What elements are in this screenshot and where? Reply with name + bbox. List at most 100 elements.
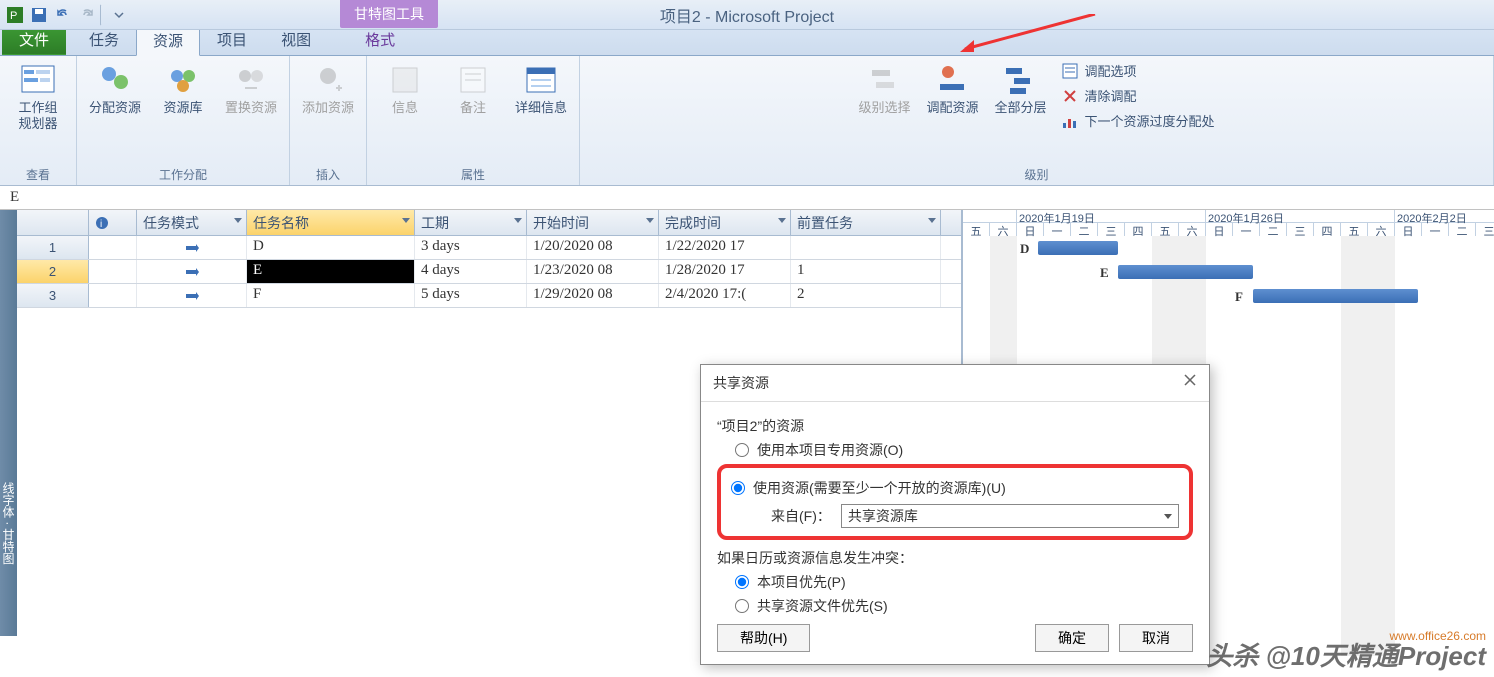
table-row[interactable]: 3 F5 days1/29/2020 082/4/2020 17:(2	[17, 284, 961, 308]
cell-name[interactable]: F	[247, 284, 415, 307]
level-resource-button[interactable]: 调配资源	[922, 60, 982, 118]
information-icon	[387, 62, 423, 98]
level-all-button[interactable]: 全部分层	[990, 60, 1050, 118]
group-insert: 添加资源 插入	[290, 56, 367, 185]
name-bar: E	[0, 186, 1494, 210]
notes-button: 备注	[443, 60, 503, 118]
help-button[interactable]: 帮助(H)	[717, 624, 810, 652]
group-label-level: 级别	[1024, 166, 1048, 183]
option-project-priority[interactable]: 本项目优先(P)	[735, 572, 1193, 592]
cell-mode[interactable]	[137, 260, 247, 283]
quick-access-toolbar: P	[0, 4, 134, 26]
gantt-bar[interactable]	[1038, 241, 1118, 255]
cell-name[interactable]: D	[247, 236, 415, 259]
cell-end[interactable]: 1/28/2020 17	[659, 260, 791, 283]
svg-text:P: P	[10, 10, 17, 22]
level-resource-icon	[934, 62, 970, 98]
app-icon[interactable]: P	[4, 4, 26, 26]
svg-text:i: i	[100, 219, 102, 230]
row-header[interactable]: 3	[17, 284, 89, 307]
assign-resources-icon	[97, 62, 133, 98]
dropdown-icon	[402, 218, 410, 223]
cell-pred[interactable]: 2	[791, 284, 941, 307]
section-project-resources: “项目2”的资源	[717, 416, 1193, 436]
assign-resources-button[interactable]: 分配资源	[85, 60, 145, 118]
ribbon: 工作组 规划器 查看 分配资源 资源库 置换资源 工作分配 添加资源 插入 信息…	[0, 56, 1494, 186]
cell-duration[interactable]: 5 days	[415, 284, 527, 307]
next-overallocation-button[interactable]: 下一个资源过度分配处	[1058, 110, 1218, 131]
resource-pool-button[interactable]: 资源库	[153, 60, 213, 118]
gantt-bar[interactable]	[1118, 265, 1253, 279]
radio-pool[interactable]	[731, 481, 745, 495]
cell-mode[interactable]	[137, 284, 247, 307]
from-label: 来自(F)：	[771, 506, 831, 526]
qat-customize-icon[interactable]	[108, 4, 130, 26]
auto-schedule-icon	[185, 289, 199, 303]
cell-info[interactable]	[89, 260, 137, 283]
dropdown-icon	[778, 218, 786, 223]
cell-duration[interactable]: 3 days	[415, 236, 527, 259]
table-row[interactable]: 2 E4 days1/23/2020 081/28/2020 171	[17, 260, 961, 284]
cell-info[interactable]	[89, 284, 137, 307]
add-resource-button: 添加资源	[298, 60, 358, 118]
radio-project-priority[interactable]	[735, 575, 749, 589]
view-sidebar[interactable]: 线字体 · 甘特图	[0, 210, 17, 636]
close-icon[interactable]	[1183, 373, 1197, 387]
team-planner-button[interactable]: 工作组 规划器	[8, 60, 68, 133]
cell-end[interactable]: 2/4/2020 17:(	[659, 284, 791, 307]
cell-duration[interactable]: 4 days	[415, 260, 527, 283]
radio-own[interactable]	[735, 443, 749, 457]
timescale-day: 六	[1179, 223, 1206, 236]
cell-pred[interactable]: 1	[791, 260, 941, 283]
col-info[interactable]: i	[89, 210, 137, 235]
radio-pool-priority[interactable]	[735, 599, 749, 613]
col-end[interactable]: 完成时间	[659, 210, 791, 235]
name-box[interactable]: E	[0, 187, 260, 208]
undo-icon[interactable]	[52, 4, 74, 26]
option-use-pool[interactable]: 使用资源(需要至少一个开放的资源库)(U)	[731, 478, 1179, 498]
leveling-options-button[interactable]: 调配选项	[1058, 60, 1218, 81]
cell-start[interactable]: 1/20/2020 08	[527, 236, 659, 259]
ok-button[interactable]: 确定	[1035, 624, 1109, 652]
cell-mode[interactable]	[137, 236, 247, 259]
timescale-day: 一	[1233, 223, 1260, 236]
substitute-resources-button: 置换资源	[221, 60, 281, 118]
timescale-day: 一	[1422, 223, 1449, 236]
cell-end[interactable]: 1/22/2020 17	[659, 236, 791, 259]
clear-leveling-button[interactable]: 清除调配	[1058, 85, 1218, 106]
option-pool-priority[interactable]: 共享资源文件优先(S)	[735, 596, 1193, 616]
from-combo[interactable]: 共享资源库	[841, 504, 1179, 528]
redo-icon[interactable]	[76, 4, 98, 26]
cancel-button[interactable]: 取消	[1119, 624, 1193, 652]
resource-pool-icon	[165, 62, 201, 98]
col-mode[interactable]: 任务模式	[137, 210, 247, 235]
gantt-bar[interactable]	[1253, 289, 1418, 303]
select-all-corner[interactable]	[17, 210, 89, 235]
dropdown-icon	[234, 218, 242, 223]
option-own-resources[interactable]: 使用本项目专用资源(O)	[735, 440, 1193, 460]
col-name[interactable]: 任务名称	[247, 210, 415, 235]
qat-separator	[100, 4, 106, 26]
details-button[interactable]: 详细信息	[511, 60, 571, 118]
timescale-day: 一	[1044, 223, 1071, 236]
row-header[interactable]: 1	[17, 236, 89, 259]
col-start[interactable]: 开始时间	[527, 210, 659, 235]
team-planner-icon	[20, 62, 56, 98]
cell-pred[interactable]	[791, 236, 941, 259]
save-icon[interactable]	[28, 4, 50, 26]
timescale-day: 五	[1152, 223, 1179, 236]
cell-info[interactable]	[89, 236, 137, 259]
cell-start[interactable]: 1/23/2020 08	[527, 260, 659, 283]
col-duration[interactable]: 工期	[415, 210, 527, 235]
dialog-title: 共享资源	[713, 373, 769, 393]
timescale-day: 二	[1071, 223, 1098, 236]
substitute-resources-icon	[233, 62, 269, 98]
cell-name[interactable]: E	[247, 260, 415, 283]
cell-start[interactable]: 1/29/2020 08	[527, 284, 659, 307]
gantt-bar-label: D	[1020, 241, 1029, 257]
timescale-week: 2020年1月26日	[1206, 210, 1395, 222]
table-row[interactable]: 1 D3 days1/20/2020 081/22/2020 17	[17, 236, 961, 260]
row-header[interactable]: 2	[17, 260, 89, 283]
group-view: 工作组 规划器 查看	[0, 56, 77, 185]
col-predecessors[interactable]: 前置任务	[791, 210, 941, 235]
